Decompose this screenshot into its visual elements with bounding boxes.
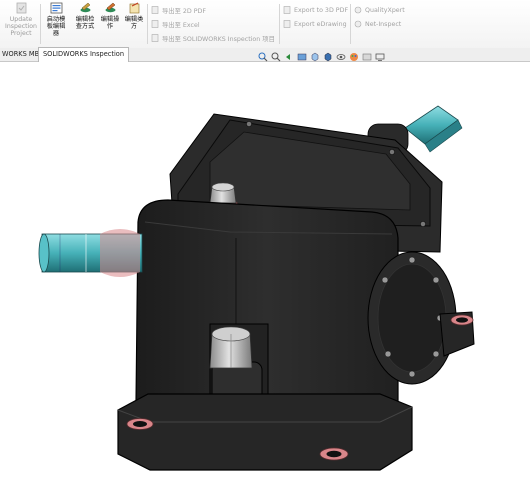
previous-view-icon[interactable]: [284, 52, 294, 62]
qualityxpert-icon: [354, 6, 362, 14]
qualityxpert-label: QualityXpert: [365, 6, 405, 14]
net-inspect-icon: [354, 20, 362, 28]
excel-icon: [151, 20, 159, 28]
edit-operation-icon: [105, 2, 115, 13]
export-excel-label: 导出至 Excel: [162, 21, 200, 29]
zoom-area-icon[interactable]: [271, 52, 281, 62]
net-inspect-label: Net-Inspect: [365, 20, 402, 28]
update-inspection-project-button[interactable]: Update Inspection Project: [5, 2, 37, 46]
export-excel-button[interactable]: 导出至 Excel: [151, 18, 200, 30]
edit-appearance-icon[interactable]: [349, 52, 359, 62]
export-sw-inspection-label: 导出至 SOLIDWORKS Inspection 项目: [162, 35, 275, 43]
edit-classifier-icon: [129, 2, 139, 14]
edit-classifier-label: 编辑类 方: [124, 16, 144, 30]
edit-inspection-icon: [80, 2, 90, 13]
export-2d-pdf-label: 导出至 2D PDF: [162, 7, 207, 15]
ribbon-separator: [147, 4, 148, 44]
export-sw-inspection-button[interactable]: 导出至 SOLIDWORKS Inspection 项目: [151, 32, 275, 44]
template-editor-icon: [50, 2, 62, 14]
tab-solidworks-inspection[interactable]: SOLIDWORKS Inspection: [38, 47, 130, 62]
view-orientation-icon[interactable]: [310, 52, 320, 62]
export-edrawing-label: Export eDrawing: [294, 20, 347, 28]
export-2d-pdf-button[interactable]: 导出至 2D PDF: [151, 4, 206, 16]
edit-classifier-button[interactable]: 编辑类 方: [122, 2, 146, 46]
ribbon: Update Inspection Project 启动模 板编辑 器 编辑检 …: [0, 0, 530, 49]
tab-solidworks-inspection-label: SOLIDWORKS Inspection: [43, 50, 125, 58]
pdf-icon: [151, 6, 159, 14]
update-project-icon: [16, 2, 26, 14]
inspection-project-icon: [151, 34, 159, 42]
view-settings-icon[interactable]: [375, 52, 385, 62]
edit-operation-label: 编辑操 作: [100, 16, 120, 30]
ribbon-separator: [40, 4, 41, 44]
edit-inspection-method-button[interactable]: 编辑检 查方式: [72, 2, 98, 46]
left-shaft: [38, 229, 143, 277]
ribbon-separator: [350, 4, 351, 44]
scene-icon[interactable]: [362, 52, 372, 62]
edit-inspection-method-label: 编辑检 查方式: [75, 16, 95, 30]
export-3d-pdf-button[interactable]: Export to 3D PDF: [283, 4, 348, 16]
export-3d-pdf-label: Export to 3D PDF: [294, 6, 349, 14]
zoom-to-fit-icon[interactable]: [258, 52, 268, 62]
display-style-icon[interactable]: [323, 52, 333, 62]
3d-pdf-icon: [283, 6, 291, 14]
qualityxpert-button[interactable]: QualityXpert: [354, 4, 405, 16]
ribbon-separator: [279, 4, 280, 44]
graphics-area[interactable]: [0, 62, 530, 498]
launch-template-editor-label: 启动模 板编辑 器: [46, 16, 66, 37]
edit-operation-button[interactable]: 编辑操 作: [98, 2, 122, 46]
export-edrawing-button[interactable]: Export eDrawing: [283, 18, 347, 30]
hide-show-icon[interactable]: [336, 52, 346, 62]
gearbox-model[interactable]: [0, 62, 530, 498]
net-inspect-button[interactable]: Net-Inspect: [354, 18, 401, 30]
launch-template-editor-button[interactable]: 启动模 板编辑 器: [43, 2, 69, 46]
update-inspection-project-label: Update Inspection Project: [5, 16, 37, 37]
edrawing-icon: [283, 20, 291, 28]
section-view-icon[interactable]: [297, 52, 307, 62]
solidworks-window: Update Inspection Project 启动模 板编辑 器 编辑检 …: [0, 0, 530, 498]
